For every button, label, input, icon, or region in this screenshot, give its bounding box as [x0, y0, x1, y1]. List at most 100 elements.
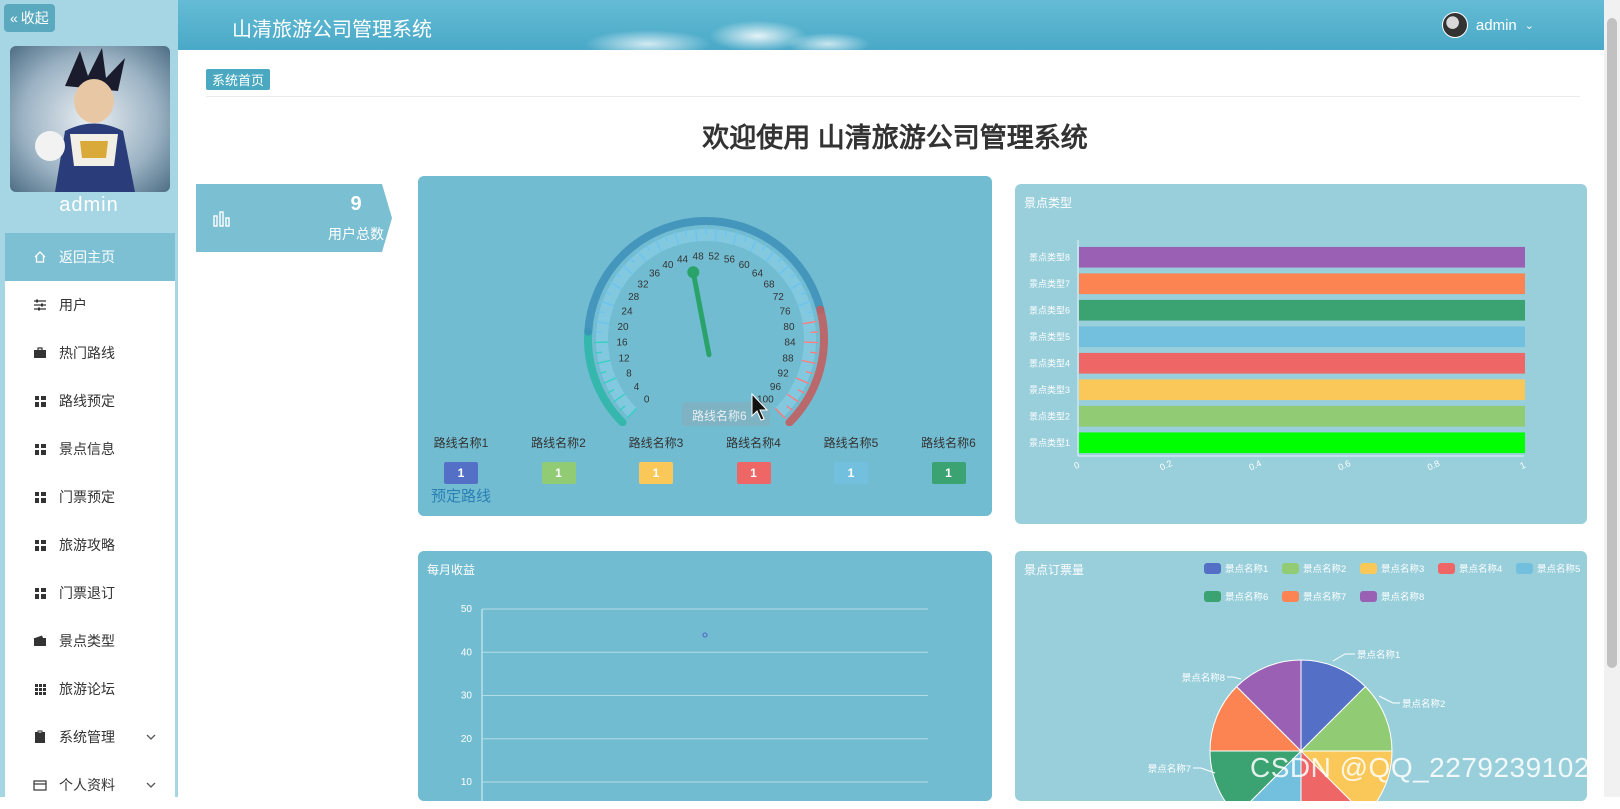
welcome-title: 欢迎使用 山清旅游公司管理系统	[190, 116, 1600, 155]
gauge-title: 预定路线	[431, 485, 491, 506]
top-header: 山清旅游公司管理系统 admin ⌄	[178, 0, 1604, 50]
gauge-tick-label: 68	[763, 279, 775, 290]
bar-category-label: 景点类型4	[1029, 357, 1070, 368]
gauge-tick-label: 76	[779, 307, 791, 318]
sidebar-item-label: 旅游论坛	[59, 679, 115, 699]
pie-legend-label: 景点名称6	[1225, 591, 1268, 603]
sidebar: « 收起 admin 返回主页用户热门路线路线预定景点信息门票预定旅游攻略门票退…	[0, 0, 178, 797]
gauge-pointer-cap	[687, 266, 699, 278]
sidebar-item-10[interactable]: 旅游论坛	[5, 665, 175, 713]
route-count-badge: 1	[737, 462, 771, 484]
gauge-tooltip: 路线名称6	[692, 408, 747, 423]
bar-category-label: 景点类型3	[1029, 384, 1070, 395]
gauge-tick-label: 48	[693, 251, 705, 262]
gauge-tick-label: 28	[628, 292, 640, 303]
bar-x-tick-label: 1	[1518, 460, 1527, 471]
pie-slice-label: 景点名称1	[1357, 649, 1400, 661]
briefcase-icon	[33, 346, 47, 360]
sidebar-item-label: 景点信息	[59, 439, 115, 459]
gauge-tick-label: 0	[644, 394, 650, 405]
sidebar-item-label: 用户	[59, 295, 87, 315]
sidebar-item-11[interactable]: 系统管理	[5, 713, 175, 761]
route-label: 路线名称4	[714, 434, 794, 451]
grid-icon	[33, 538, 47, 552]
sidebar-item-5[interactable]: 景点信息	[5, 425, 175, 473]
grid-icon	[33, 394, 47, 408]
sidebar-item-label: 返回主页	[59, 247, 115, 267]
sidebar-item-2[interactable]: 用户	[5, 281, 175, 329]
pie-legend-swatch	[1360, 591, 1377, 602]
bar-3	[1079, 379, 1525, 400]
breadcrumb[interactable]: 系统首页	[206, 69, 270, 90]
sidebar-item-1[interactable]: 返回主页	[5, 233, 175, 281]
sidebar-item-4[interactable]: 路线预定	[5, 377, 175, 425]
bar-5	[1079, 326, 1525, 347]
gauge-tick-label: 24	[621, 307, 633, 318]
bar-category-label: 景点类型1	[1029, 437, 1070, 448]
scrollbar-thumb[interactable]	[1607, 18, 1617, 668]
route-label: 路线名称1	[421, 434, 501, 451]
pie-label-line	[1379, 696, 1400, 703]
user-menu[interactable]: admin ⌄	[1442, 12, 1534, 38]
page-scrollbar[interactable]	[1604, 0, 1620, 797]
pie-slice-label: 景点名称8	[1182, 672, 1225, 684]
sidebar-item-8[interactable]: 门票退订	[5, 569, 175, 617]
route-label: 路线名称6	[909, 434, 989, 451]
pie-legend-label: 景点名称2	[1303, 563, 1346, 575]
bar-x-tick-label: 0.8	[1426, 458, 1442, 472]
sidebar-item-7[interactable]: 旅游攻略	[5, 521, 175, 569]
sidebar-item-label: 门票预定	[59, 487, 115, 507]
pie-legend-swatch	[1204, 563, 1221, 574]
app-title: 山清旅游公司管理系统	[232, 13, 432, 42]
bar-6	[1079, 300, 1525, 321]
pie-legend-swatch	[1438, 563, 1455, 574]
pie-legend-swatch	[1204, 591, 1221, 602]
pie-legend-label: 景点名称8	[1381, 591, 1424, 603]
bar-chart-icon	[212, 208, 232, 228]
gauge-tick-label: 84	[784, 338, 796, 349]
pie-legend-label: 景点名称1	[1225, 563, 1268, 575]
collapse-button[interactable]: « 收起	[4, 4, 55, 32]
chevron-down-icon: ⌄	[1525, 19, 1534, 32]
bar-chart: 景点类型8景点类型7景点类型6景点类型5景点类型4景点类型3景点类型2景点类型1…	[1015, 184, 1587, 524]
bar-category-label: 景点类型6	[1029, 304, 1070, 315]
gauge-tick-label: 36	[649, 269, 661, 280]
sidebar-item-label: 旅游攻略	[59, 535, 115, 555]
route-label: 路线名称3	[616, 434, 696, 451]
line-y-tick-label: 50	[461, 604, 473, 615]
sidebar-item-6[interactable]: 门票预定	[5, 473, 175, 521]
gauge-tick-label: 4	[634, 382, 640, 393]
sidebar-item-label: 个人资料	[59, 775, 115, 795]
sidebar-item-12[interactable]: 个人资料	[5, 761, 175, 809]
gauge-tick-label: 44	[677, 254, 689, 265]
bar-8	[1079, 247, 1525, 268]
chevron-down-icon	[145, 778, 157, 794]
bar-category-label: 景点类型7	[1029, 278, 1070, 289]
bar-category-label: 景点类型2	[1029, 410, 1070, 421]
gauge-tick-label: 80	[783, 322, 795, 333]
route-count-badge: 1	[542, 462, 576, 484]
route-gauge-panel: 0481216202428323640444852566064687276808…	[418, 176, 992, 516]
route-label: 路线名称5	[811, 434, 891, 451]
gauge-tick-label: 60	[739, 260, 751, 271]
sidebar-item-3[interactable]: 热门路线	[5, 329, 175, 377]
gauge-tick-label: 72	[773, 292, 785, 303]
header-avatar	[1442, 12, 1468, 38]
gauge-tick-label: 20	[617, 322, 629, 333]
breadcrumb-divider	[206, 96, 1580, 97]
gauge-tick-label: 32	[637, 279, 649, 290]
header-username: admin	[1476, 17, 1517, 34]
clipboard-icon	[33, 730, 47, 744]
bar-4	[1079, 353, 1525, 374]
sidebar-item-9[interactable]: 景点类型	[5, 617, 175, 665]
gauge-tick-label: 40	[662, 260, 674, 271]
gauge-tick-label: 64	[752, 269, 764, 280]
route-count-badge: 1	[444, 462, 478, 484]
pie-slice-label: 景点名称7	[1148, 763, 1191, 775]
gauge-tick-label: 96	[770, 382, 782, 393]
gauge-tick-label: 12	[618, 353, 630, 364]
pie-legend-label: 景点名称4	[1459, 563, 1502, 575]
pie-label-line	[1333, 654, 1355, 661]
bar-category-label: 景点类型5	[1029, 331, 1070, 342]
pie-legend-swatch	[1516, 563, 1533, 574]
